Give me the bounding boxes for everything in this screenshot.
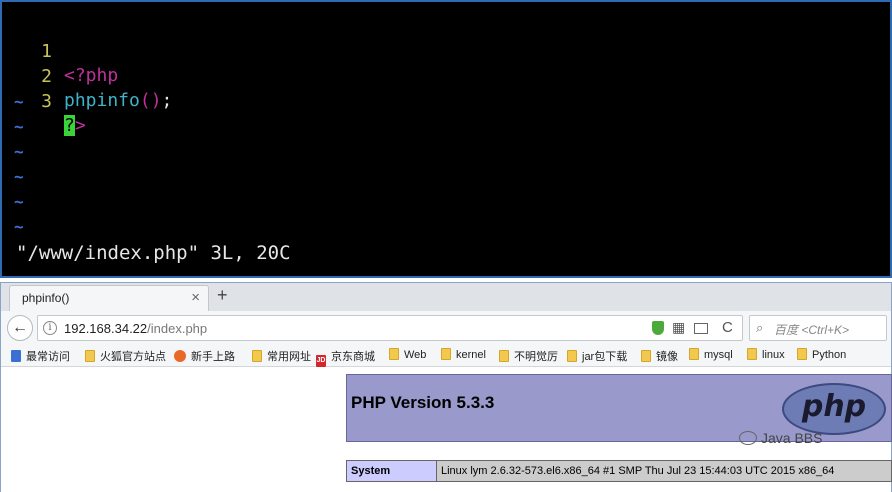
new-tab-button[interactable]: + — [217, 285, 228, 306]
folder-icon — [85, 350, 95, 362]
folder-icon — [797, 348, 807, 360]
close-icon[interactable]: × — [191, 289, 200, 306]
tab-title: phpinfo() — [22, 291, 70, 305]
bookmark-item[interactable]: JD 京东商城 — [316, 348, 375, 367]
reader-view-icon[interactable] — [694, 323, 708, 334]
php-logo[interactable]: php — [782, 383, 886, 435]
text-cursor[interactable]: ? — [64, 115, 75, 136]
shield-icon[interactable] — [652, 321, 664, 335]
folder-icon — [252, 350, 262, 362]
bookmark-label: Web — [404, 349, 427, 361]
system-value: Linux lym 2.6.32-573.el6.x86_64 #1 SMP T… — [436, 460, 892, 482]
empty-line-tilde: ~ — [14, 192, 24, 211]
folder-icon — [689, 348, 699, 360]
bookmark-item[interactable]: Web — [389, 348, 426, 364]
bookmark-item[interactable]: 常用网址 — [252, 348, 311, 364]
navigation-bar: ← i 192.168.34.22/index.php ▦ C ⌕ 百度 <Ct… — [1, 311, 891, 345]
bookmark-label: 京东商城 — [331, 351, 375, 363]
vim-terminal[interactable]: 1 <?php 2 phpinfo(); 3 ?> ~ ~ ~ ~ ~ ~ "/… — [0, 0, 892, 278]
bookmark-item[interactable]: linux — [747, 348, 785, 364]
qr-code-icon[interactable]: ▦ — [672, 319, 685, 336]
empty-line-tilde: ~ — [14, 167, 24, 186]
folder-icon — [389, 348, 399, 360]
search-box[interactable]: ⌕ 百度 <Ctrl+K> — [749, 315, 887, 341]
bookmark-item[interactable]: 不明觉厉 — [499, 348, 558, 364]
table-row: System Linux lym 2.6.32-573.el6.x86_64 #… — [346, 460, 892, 482]
bookmark-label: kernel — [456, 349, 486, 361]
url-bar[interactable]: i 192.168.34.22/index.php ▦ C — [37, 315, 743, 341]
browser-window: phpinfo() × + ← i 192.168.34.22/index.ph… — [0, 282, 892, 492]
page-content: PHP Version 5.3.3 php System Linux lym 2… — [1, 368, 892, 492]
wechat-icon — [739, 431, 757, 445]
system-label: System — [346, 460, 437, 482]
back-button[interactable]: ← — [7, 315, 33, 341]
bookmark-icon — [11, 350, 21, 362]
empty-line-tilde: ~ — [14, 117, 24, 136]
url-host: 192.168.34.22 — [64, 321, 148, 336]
info-icon[interactable]: i — [43, 321, 57, 335]
phpinfo-table: System Linux lym 2.6.32-573.el6.x86_64 #… — [346, 460, 892, 482]
search-placeholder: 百度 <Ctrl+K> — [774, 323, 850, 337]
bookmark-label: 不明觉厉 — [514, 351, 558, 363]
bookmark-item[interactable]: 火狐官方站点 — [85, 348, 166, 364]
url-path: /index.php — [147, 321, 208, 336]
bookmarks-toolbar: 最常访问 火狐官方站点 新手上路 常用网址 JD 京东商城 Web kernel 不明觉厉 jar… — [1, 345, 891, 367]
folder-icon — [441, 348, 451, 360]
folder-icon — [641, 350, 651, 362]
tab-phpinfo[interactable]: phpinfo() × — [9, 285, 209, 311]
empty-line-tilde: ~ — [14, 142, 24, 161]
bookmark-label: 镜像 — [656, 351, 678, 363]
vim-status-line: "/www/index.php" 3L, 20C — [16, 242, 291, 264]
bookmark-item[interactable]: 新手上路 — [174, 348, 235, 364]
semicolon: ; — [161, 90, 173, 111]
folder-icon — [499, 350, 509, 362]
empty-line-tilde: ~ — [14, 217, 24, 236]
reload-button[interactable]: C — [722, 319, 733, 336]
url-text[interactable]: 192.168.34.22/index.php — [64, 321, 207, 336]
folder-icon — [567, 350, 577, 362]
jd-logo-icon: JD — [316, 355, 326, 367]
php-open-tag: <?php — [64, 65, 119, 86]
watermark: Java BBS — [739, 430, 822, 446]
bookmark-item[interactable]: mysql — [689, 348, 733, 364]
php-version-title: PHP Version 5.3.3 — [351, 393, 495, 412]
php-logo-text: php — [801, 389, 867, 424]
bookmark-label: jar包下载 — [582, 351, 628, 363]
bookmark-label: 火狐官方站点 — [100, 351, 166, 363]
bookmark-item[interactable]: Python — [797, 348, 846, 364]
function-name: phpinfo — [64, 90, 140, 111]
php-close-tag: > — [74, 115, 86, 136]
bookmark-item[interactable]: jar包下载 — [567, 348, 627, 364]
code-line-3: 3 ?> — [2, 66, 86, 136]
bookmark-label: 最常访问 — [26, 351, 70, 363]
bookmark-label: linux — [762, 349, 785, 361]
bookmark-label: 常用网址 — [267, 351, 311, 363]
empty-line-tilde: ~ — [14, 92, 24, 111]
line-number: 3 — [41, 91, 52, 112]
bookmark-label: 新手上路 — [191, 351, 235, 363]
tab-strip: phpinfo() × + — [1, 283, 891, 311]
bookmark-label: Python — [812, 349, 847, 361]
folder-icon — [747, 348, 757, 360]
bookmark-item[interactable]: 最常访问 — [11, 348, 70, 364]
code-line-1: 1 <?php — [2, 16, 118, 86]
watermark-text: Java BBS — [761, 430, 823, 446]
bookmark-item[interactable]: kernel — [441, 348, 486, 364]
bookmark-item[interactable]: 镜像 — [641, 348, 678, 364]
firefox-icon — [174, 350, 186, 362]
search-icon: ⌕ — [756, 320, 764, 335]
bookmark-label: mysql — [704, 349, 733, 361]
code-line-2: 2 phpinfo(); — [2, 41, 172, 111]
parentheses: () — [139, 90, 162, 111]
